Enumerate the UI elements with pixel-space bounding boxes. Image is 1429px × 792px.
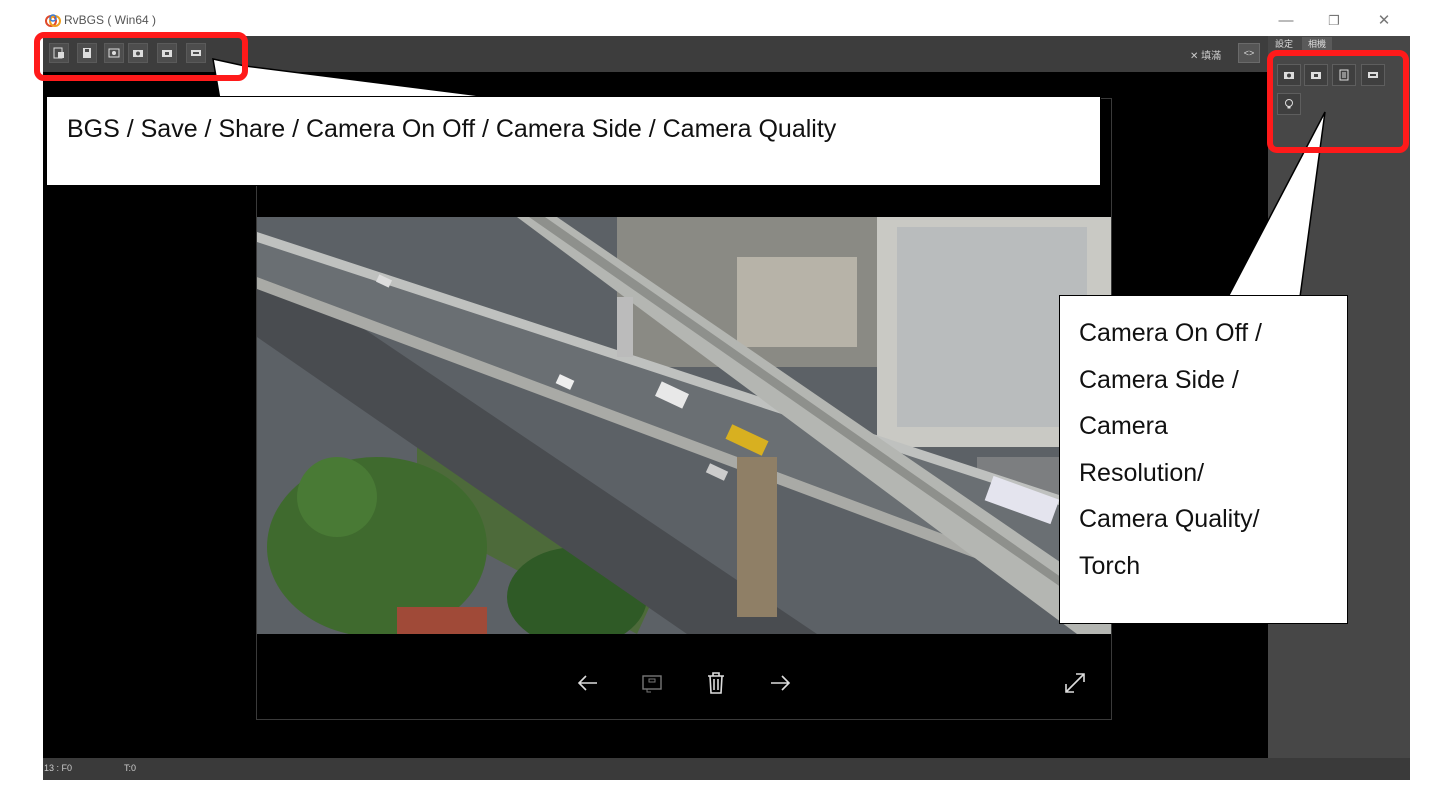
annotation-line: Camera Quality/ xyxy=(1079,505,1260,533)
annotation-callout-toolbar: BGS / Save / Share / Camera On Off / Cam… xyxy=(46,96,1101,186)
annotation-line: Camera On Off / xyxy=(1079,319,1262,347)
annotation-line: Resolution/ xyxy=(1079,458,1205,487)
annotation-line: Camera xyxy=(1079,412,1168,440)
annotation-line: Torch xyxy=(1079,551,1141,580)
annotation-line: Camera Side / xyxy=(1079,365,1239,394)
annotation-toolbar-text: BGS / Save / Share / Camera On Off / Cam… xyxy=(67,115,837,143)
highlight-side-panel-buttons xyxy=(1267,50,1409,153)
highlight-toolbar-buttons xyxy=(34,32,248,81)
annotation-callout-side-panel: Camera On Off / Camera Side / Camera Res… xyxy=(1059,295,1348,624)
